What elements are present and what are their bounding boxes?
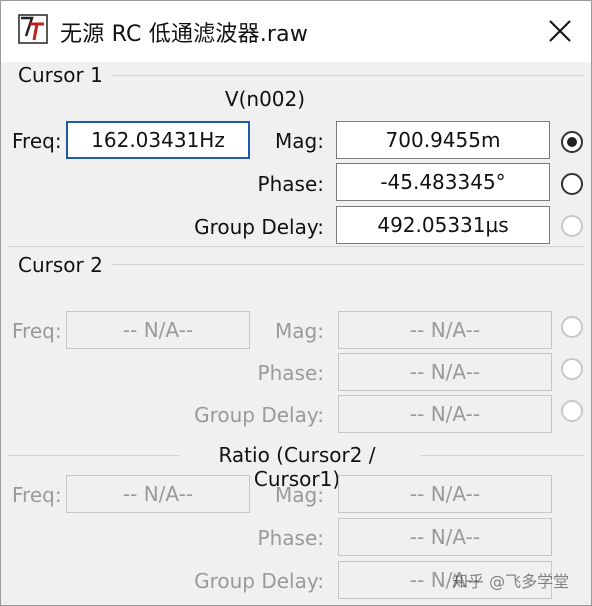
- ratio-group-delay-label: Group Delay:: [194, 569, 324, 593]
- ratio-mag-field[interactable]: -- N/A--: [338, 475, 552, 513]
- ratio-freq-label: Freq:: [12, 483, 62, 507]
- ratio-phase-field[interactable]: -- N/A--: [338, 518, 552, 556]
- ltspice-icon: [18, 14, 48, 44]
- window-title: 无源 RC 低通滤波器.raw: [60, 22, 309, 47]
- cursor2-mag-label: Mag:: [275, 319, 324, 343]
- cursor1-freq-label: Freq:: [12, 129, 62, 153]
- cursor2-mag-field[interactable]: -- N/A--: [338, 311, 552, 349]
- ratio-separator-left: [8, 455, 180, 456]
- section-divider: [8, 246, 584, 247]
- cursor2-phase-field[interactable]: -- N/A--: [338, 353, 552, 391]
- close-icon[interactable]: [540, 12, 580, 50]
- cursor1-mag-field[interactable]: 700.9455m: [336, 121, 550, 159]
- cursor2-section-label: Cursor 2: [18, 253, 103, 277]
- cursor2-mag-radio[interactable]: [561, 316, 583, 338]
- cursor2-group-delay-radio[interactable]: [561, 400, 583, 422]
- ratio-mag-label: Mag:: [275, 483, 324, 507]
- cursor1-mag-label: Mag:: [275, 129, 324, 153]
- ratio-separator-right: [420, 455, 584, 456]
- watermark: 知乎 @飞多学堂: [452, 572, 570, 591]
- cursor2-group-delay-label: Group Delay:: [194, 403, 324, 427]
- ratio-phase-label: Phase:: [257, 526, 324, 550]
- cursor1-section-label: Cursor 1: [18, 63, 103, 87]
- cursor1-phase-radio[interactable]: [561, 173, 583, 195]
- cursor2-separator: [112, 264, 584, 265]
- cursor1-group-delay-label: Group Delay:: [194, 215, 324, 239]
- cursor1-trace-name: V(n002): [224, 87, 306, 111]
- cursor1-mag-radio[interactable]: [561, 131, 583, 153]
- title-bar: 无源 RC 低通滤波器.raw: [0, 0, 592, 62]
- cursor2-phase-radio[interactable]: [561, 358, 583, 380]
- cursor1-phase-field[interactable]: -45.483345°: [336, 163, 550, 201]
- cursor2-phase-label: Phase:: [257, 361, 324, 385]
- cursor1-freq-field[interactable]: 162.03431Hz: [66, 121, 250, 159]
- cursor1-phase-label: Phase:: [257, 172, 324, 196]
- cursor1-group-delay-radio[interactable]: [561, 215, 583, 237]
- cursor2-group-delay-field[interactable]: -- N/A--: [338, 395, 552, 433]
- cursor1-separator: [112, 75, 584, 76]
- cursor1-group-delay-field[interactable]: 492.05331µs: [336, 206, 550, 244]
- cursor2-freq-label: Freq:: [12, 319, 62, 343]
- cursor2-freq-field[interactable]: -- N/A--: [66, 311, 250, 349]
- ratio-freq-field[interactable]: -- N/A--: [66, 475, 250, 513]
